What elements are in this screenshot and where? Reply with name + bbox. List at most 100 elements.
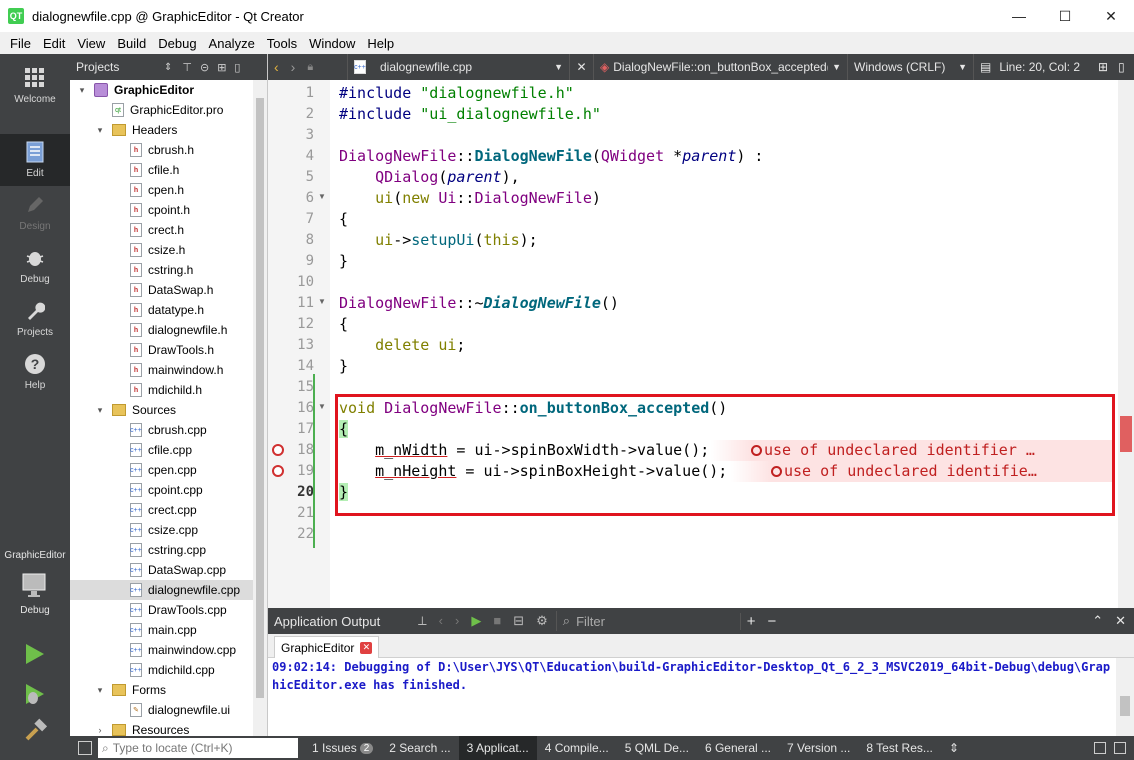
status-tab-search[interactable]: 2 Search ...: [381, 736, 458, 760]
line-number[interactable]: 12: [274, 314, 314, 335]
open-documents-combo[interactable]: c++ dialognewfile.cpp ▼: [348, 54, 570, 80]
toggle-sidebar-icon[interactable]: [78, 741, 92, 755]
kit-selector-name[interactable]: GraphicEditor: [0, 550, 70, 561]
mode-projects[interactable]: Projects: [0, 293, 70, 345]
build-hammer-icon[interactable]: [24, 718, 48, 745]
toggle-output-pane-icon[interactable]: [1094, 742, 1106, 754]
tree-item[interactable]: c++ crect.cpp: [70, 500, 254, 520]
fold-marker-icon[interactable]: ▼: [318, 192, 326, 201]
attach-debugger-icon[interactable]: ⟂: [418, 613, 427, 629]
forward-arrow-icon[interactable]: ›: [291, 59, 296, 75]
mode-welcome[interactable]: Welcome: [0, 60, 70, 112]
error-marker-icon[interactable]: [272, 465, 284, 477]
tree-item[interactable]: c++ mdichild.cpp: [70, 660, 254, 680]
split-icon[interactable]: ⊞: [217, 61, 226, 74]
expand-arrow-icon[interactable]: ›: [94, 725, 106, 735]
filter-icon[interactable]: ⊤: [182, 61, 192, 74]
debug-run-icon[interactable]: [24, 682, 46, 709]
projects-view-selector[interactable]: Projects: [76, 60, 164, 74]
close-pane-icon[interactable]: ✕: [1115, 613, 1126, 629]
line-number[interactable]: 6: [274, 188, 314, 209]
tree-item[interactable]: c++ cfile.cpp: [70, 440, 254, 460]
line-number[interactable]: 2: [274, 104, 314, 125]
tree-item[interactable]: c++ DataSwap.cpp: [70, 560, 254, 580]
close-document-button[interactable]: ✕: [570, 54, 594, 80]
error-annotation-19[interactable]: use of undeclared identifie…: [731, 461, 1114, 482]
project-tree-scrollbar[interactable]: [253, 80, 267, 736]
menu-edit[interactable]: Edit: [37, 36, 71, 51]
tree-item[interactable]: ▾ GraphicEditor: [70, 80, 254, 100]
tree-item[interactable]: ▾ Forms: [70, 680, 254, 700]
clear-output-icon[interactable]: ⊟: [513, 613, 524, 629]
output-filter-input[interactable]: ⌕ Filter: [555, 611, 732, 631]
tree-item[interactable]: h mdichild.h: [70, 380, 254, 400]
tree-item[interactable]: h cfile.h: [70, 160, 254, 180]
expand-arrow-icon[interactable]: ▾: [76, 85, 88, 96]
tree-item[interactable]: ▾ Sources: [70, 400, 254, 420]
menu-file[interactable]: File: [4, 36, 37, 51]
close-split-icon[interactable]: ▯: [1118, 60, 1125, 74]
tree-item[interactable]: h crect.h: [70, 220, 254, 240]
output-tab-graphiceditor[interactable]: GraphicEditor ✕: [274, 636, 380, 658]
menu-window[interactable]: Window: [303, 36, 361, 51]
fold-marker-icon[interactable]: ▼: [318, 402, 326, 411]
tree-item[interactable]: h datatype.h: [70, 300, 254, 320]
fold-marker-icon[interactable]: ▼: [318, 297, 326, 306]
tree-item[interactable]: h dialognewfile.h: [70, 320, 254, 340]
tree-item[interactable]: h mainwindow.h: [70, 360, 254, 380]
menu-debug[interactable]: Debug: [152, 36, 202, 51]
status-tab-application-output[interactable]: 3 Applicat...: [458, 736, 537, 760]
tree-item[interactable]: h cstring.h: [70, 260, 254, 280]
status-tab-test-results[interactable]: 8 Test Res...: [858, 736, 940, 760]
zoom-in-icon[interactable]: +: [747, 613, 756, 630]
tree-item[interactable]: h csize.h: [70, 240, 254, 260]
tree-item[interactable]: c++ cpen.cpp: [70, 460, 254, 480]
close-pane-icon[interactable]: ▯: [234, 61, 240, 74]
expand-arrow-icon[interactable]: ▾: [94, 405, 106, 416]
tree-item[interactable]: h cbrush.h: [70, 140, 254, 160]
menu-help[interactable]: Help: [361, 36, 400, 51]
split-editor-icon[interactable]: ⊞: [1098, 60, 1108, 74]
status-tab-issues[interactable]: 1 Issues 2: [304, 736, 381, 760]
line-number[interactable]: 10: [274, 272, 314, 293]
line-number[interactable]: 1: [274, 83, 314, 104]
minimize-button[interactable]: —: [996, 0, 1042, 32]
tree-item[interactable]: h cpoint.h: [70, 200, 254, 220]
close-button[interactable]: ✕: [1088, 0, 1134, 32]
line-number[interactable]: 15: [274, 377, 314, 398]
tree-item[interactable]: c++ mainwindow.cpp: [70, 640, 254, 660]
tree-item[interactable]: › Resources: [70, 720, 254, 736]
tree-item[interactable]: qt GraphicEditor.pro: [70, 100, 254, 120]
run-icon[interactable]: [24, 642, 46, 669]
menu-build[interactable]: Build: [111, 36, 152, 51]
error-marker-icon[interactable]: [272, 444, 284, 456]
line-number[interactable]: 14: [274, 356, 314, 377]
line-number[interactable]: 20: [274, 482, 314, 503]
line-number[interactable]: 7: [274, 209, 314, 230]
rerun-icon[interactable]: ▶: [471, 613, 481, 629]
application-output-text[interactable]: 09:02:14: Debugging of D:\User\JYS\QT\Ed…: [268, 658, 1116, 736]
line-number[interactable]: 17: [274, 419, 314, 440]
line-number[interactable]: 13: [274, 335, 314, 356]
tree-item[interactable]: ▾ Headers: [70, 120, 254, 140]
line-number[interactable]: 11: [274, 293, 314, 314]
line-number[interactable]: 5: [274, 167, 314, 188]
editor-scrollbar[interactable]: [1118, 80, 1134, 608]
monitor-icon[interactable]: [20, 570, 50, 600]
line-number[interactable]: 21: [274, 503, 314, 524]
tree-item[interactable]: c++ cbrush.cpp: [70, 420, 254, 440]
prev-icon[interactable]: ‹: [439, 613, 443, 629]
tree-item[interactable]: c++ cstring.cpp: [70, 540, 254, 560]
error-annotation-18[interactable]: use of undeclared identifier …: [711, 440, 1114, 461]
output-scrollbar[interactable]: [1116, 658, 1134, 736]
status-tab-compile-output[interactable]: 4 Compile...: [537, 736, 617, 760]
status-tab-version-control[interactable]: 7 Version ...: [779, 736, 858, 760]
tree-item[interactable]: h cpen.h: [70, 180, 254, 200]
maximize-button[interactable]: ☐: [1042, 0, 1088, 32]
line-ending-combo[interactable]: Windows (CRLF) ▼: [848, 54, 974, 80]
tree-item[interactable]: ✎ dialognewfile.ui: [70, 700, 254, 720]
tree-item[interactable]: c++ main.cpp: [70, 620, 254, 640]
expand-arrow-icon[interactable]: ▾: [94, 685, 106, 696]
menu-analyze[interactable]: Analyze: [203, 36, 261, 51]
mode-edit[interactable]: Edit: [0, 134, 70, 186]
